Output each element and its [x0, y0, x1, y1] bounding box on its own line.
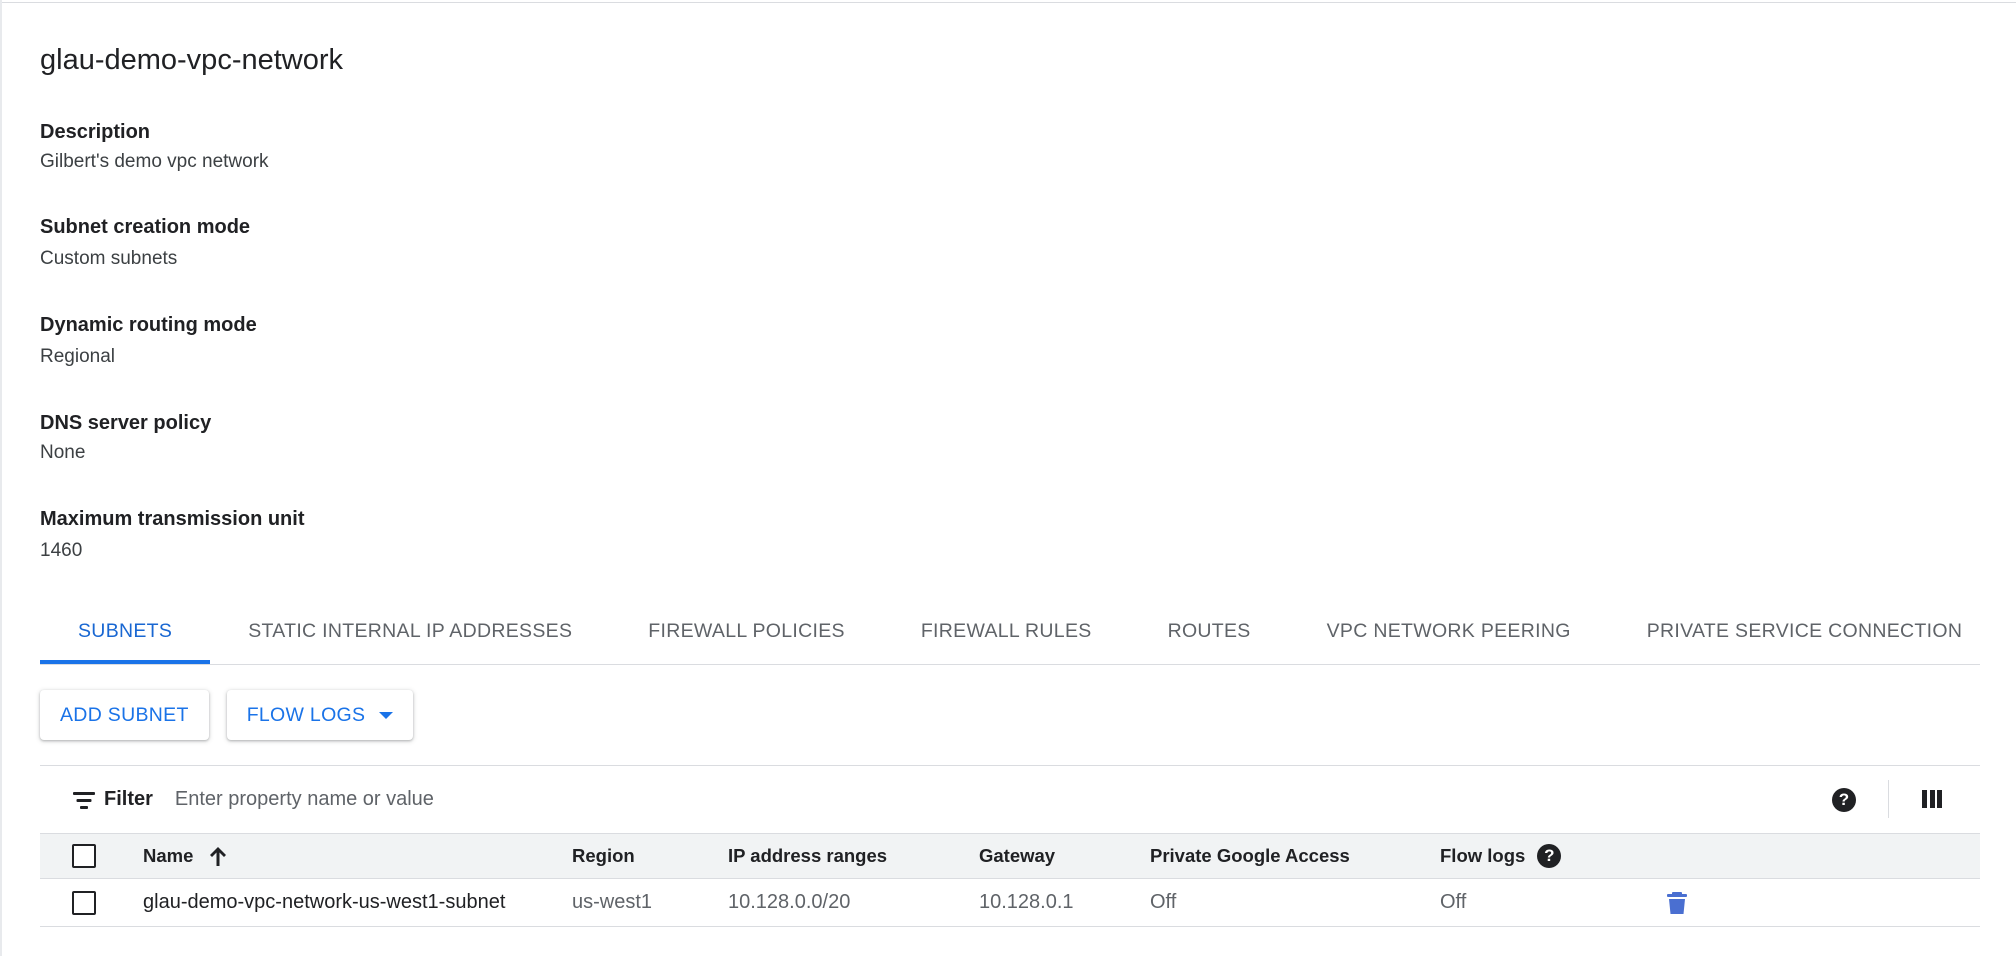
select-all-cell: [72, 834, 96, 878]
subnets-table: Name Region IP address ranges Gateway Pr…: [40, 833, 1980, 927]
help-circle-icon[interactable]: ?: [1832, 788, 1856, 812]
property-description: Description Gilbert's demo vpc network: [40, 118, 269, 176]
vpc-network-details-page: glau-demo-vpc-network Description Gilber…: [0, 0, 2016, 956]
filter-input[interactable]: [172, 787, 1477, 812]
left-border: [0, 0, 2, 956]
property-label: Dynamic routing mode: [40, 314, 257, 336]
row-select-cell: [72, 879, 96, 926]
select-all-checkbox[interactable]: [72, 844, 96, 868]
row-checkbox[interactable]: [72, 890, 96, 915]
column-display-icon[interactable]: [1922, 790, 1942, 808]
filter-bar: Filter ?: [40, 765, 1980, 833]
arrow-up-icon: [210, 847, 227, 866]
tab-firewall-rules[interactable]: FIREWALL RULES: [883, 606, 1130, 664]
flow-logs-dropdown-button[interactable]: FLOW LOGS: [226, 690, 414, 740]
toolbar-divider: [1888, 780, 1889, 818]
tab-firewall-policies[interactable]: FIREWALL POLICIES: [610, 606, 883, 664]
column-header-ip-ranges: IP address ranges: [728, 834, 887, 878]
subnet-name[interactable]: glau-demo-vpc-network-us-west1-subnet: [143, 879, 505, 926]
column-header-flow-logs: Flow logs ?: [1440, 834, 1562, 878]
column-header-label: Gateway: [979, 845, 1056, 866]
column-header-label: Private Google Access: [1150, 845, 1350, 866]
property-label: Description: [40, 121, 151, 143]
column-header-region: Region: [572, 834, 635, 878]
flow-logs-button-label: FLOW LOGS: [246, 703, 366, 726]
property-value: Gilbert's demo vpc network: [40, 151, 269, 172]
delete-cell: [1666, 879, 1688, 926]
add-subnet-button[interactable]: ADD SUBNET: [40, 690, 209, 740]
help-circle-icon[interactable]: ?: [1537, 844, 1562, 868]
page-title: glau-demo-vpc-network: [40, 44, 344, 76]
column-header-label: Name: [143, 845, 194, 866]
filter-label: Filter: [104, 788, 153, 810]
property-mtu: Maximum transmission unit 1460: [40, 505, 305, 565]
add-subnet-button-label: ADD SUBNET: [60, 703, 189, 726]
filter-icon: [72, 790, 96, 810]
property-subnet-creation-mode: Subnet creation mode Custom subnets: [40, 213, 250, 273]
trash-icon[interactable]: [1666, 891, 1688, 915]
tab-subnets[interactable]: SUBNETS: [40, 606, 211, 664]
table-row[interactable]: glau-demo-vpc-network-us-west1-subnet us…: [40, 879, 1980, 927]
property-label: Maximum transmission unit: [40, 508, 305, 530]
subnet-flow-logs: Off: [1440, 891, 1467, 913]
tab-private-service-connection[interactable]: PRIVATE SERVICE CONNECTION: [1609, 606, 2001, 664]
action-bar: ADD SUBNET FLOW LOGS: [40, 690, 414, 740]
tab-bar: SUBNETS STATIC INTERNAL IP ADDRESSES FIR…: [40, 606, 1980, 665]
tab-vpc-network-peering[interactable]: VPC NETWORK PEERING: [1289, 606, 1609, 664]
property-value: Regional: [40, 346, 115, 367]
column-header-label: IP address ranges: [728, 845, 888, 866]
property-dns-server-policy: DNS server policy None: [40, 409, 211, 467]
subnet-private-google-access: Off: [1150, 891, 1177, 913]
tab-routes[interactable]: ROUTES: [1130, 606, 1289, 664]
table-header: Name Region IP address ranges Gateway Pr…: [40, 833, 1980, 879]
property-value: 1460: [40, 540, 83, 561]
property-value: Custom subnets: [40, 248, 178, 269]
column-header-private-google-access: Private Google Access: [1150, 834, 1350, 878]
top-divider: [0, 0, 2016, 3]
column-header-label: Flow logs: [1440, 845, 1526, 866]
column-header-gateway: Gateway: [979, 834, 1055, 878]
caret-down-icon: [379, 711, 394, 719]
tab-static-internal-ip-addresses[interactable]: STATIC INTERNAL IP ADDRESSES: [210, 606, 610, 664]
property-label: Subnet creation mode: [40, 216, 251, 238]
property-label: DNS server policy: [40, 412, 212, 434]
column-header-name[interactable]: Name: [143, 834, 229, 878]
property-dynamic-routing-mode: Dynamic routing mode Regional: [40, 311, 257, 371]
subnet-gateway: 10.128.0.1: [979, 891, 1074, 913]
subnet-ip-ranges: 10.128.0.0/20: [728, 891, 851, 913]
column-header-label: Region: [572, 845, 635, 866]
property-value: None: [40, 442, 86, 463]
subnet-region: us-west1: [572, 891, 653, 913]
